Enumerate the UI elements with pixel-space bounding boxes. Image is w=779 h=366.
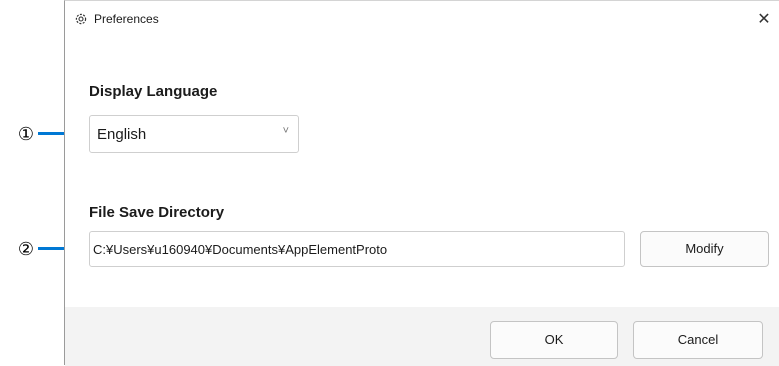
modify-button[interactable]: Modify xyxy=(640,231,769,267)
display-language-select[interactable]: English ˅ xyxy=(89,115,299,153)
file-save-directory-value: C:¥Users¥u160940¥Documents¥AppElementPro… xyxy=(93,242,388,257)
display-language-label: Display Language xyxy=(89,83,218,100)
close-button[interactable]: ✕ xyxy=(755,9,773,31)
file-save-directory-field[interactable]: C:¥Users¥u160940¥Documents¥AppElementPro… xyxy=(89,231,625,267)
gear-icon xyxy=(74,12,88,26)
cancel-button[interactable]: Cancel xyxy=(633,321,763,359)
callout-1: ① xyxy=(17,124,35,144)
title-bar: Preferences ✕ xyxy=(65,9,779,35)
ok-button[interactable]: OK xyxy=(490,321,618,359)
file-save-directory-label: File Save Directory xyxy=(89,204,225,221)
callout-2: ② xyxy=(17,239,35,259)
dialog-title: Preferences xyxy=(94,12,159,26)
chevron-down-icon: ˅ xyxy=(282,125,289,137)
display-language-value: English xyxy=(97,126,147,143)
preferences-dialog: Preferences ✕ Display Language English ˅… xyxy=(64,0,779,366)
